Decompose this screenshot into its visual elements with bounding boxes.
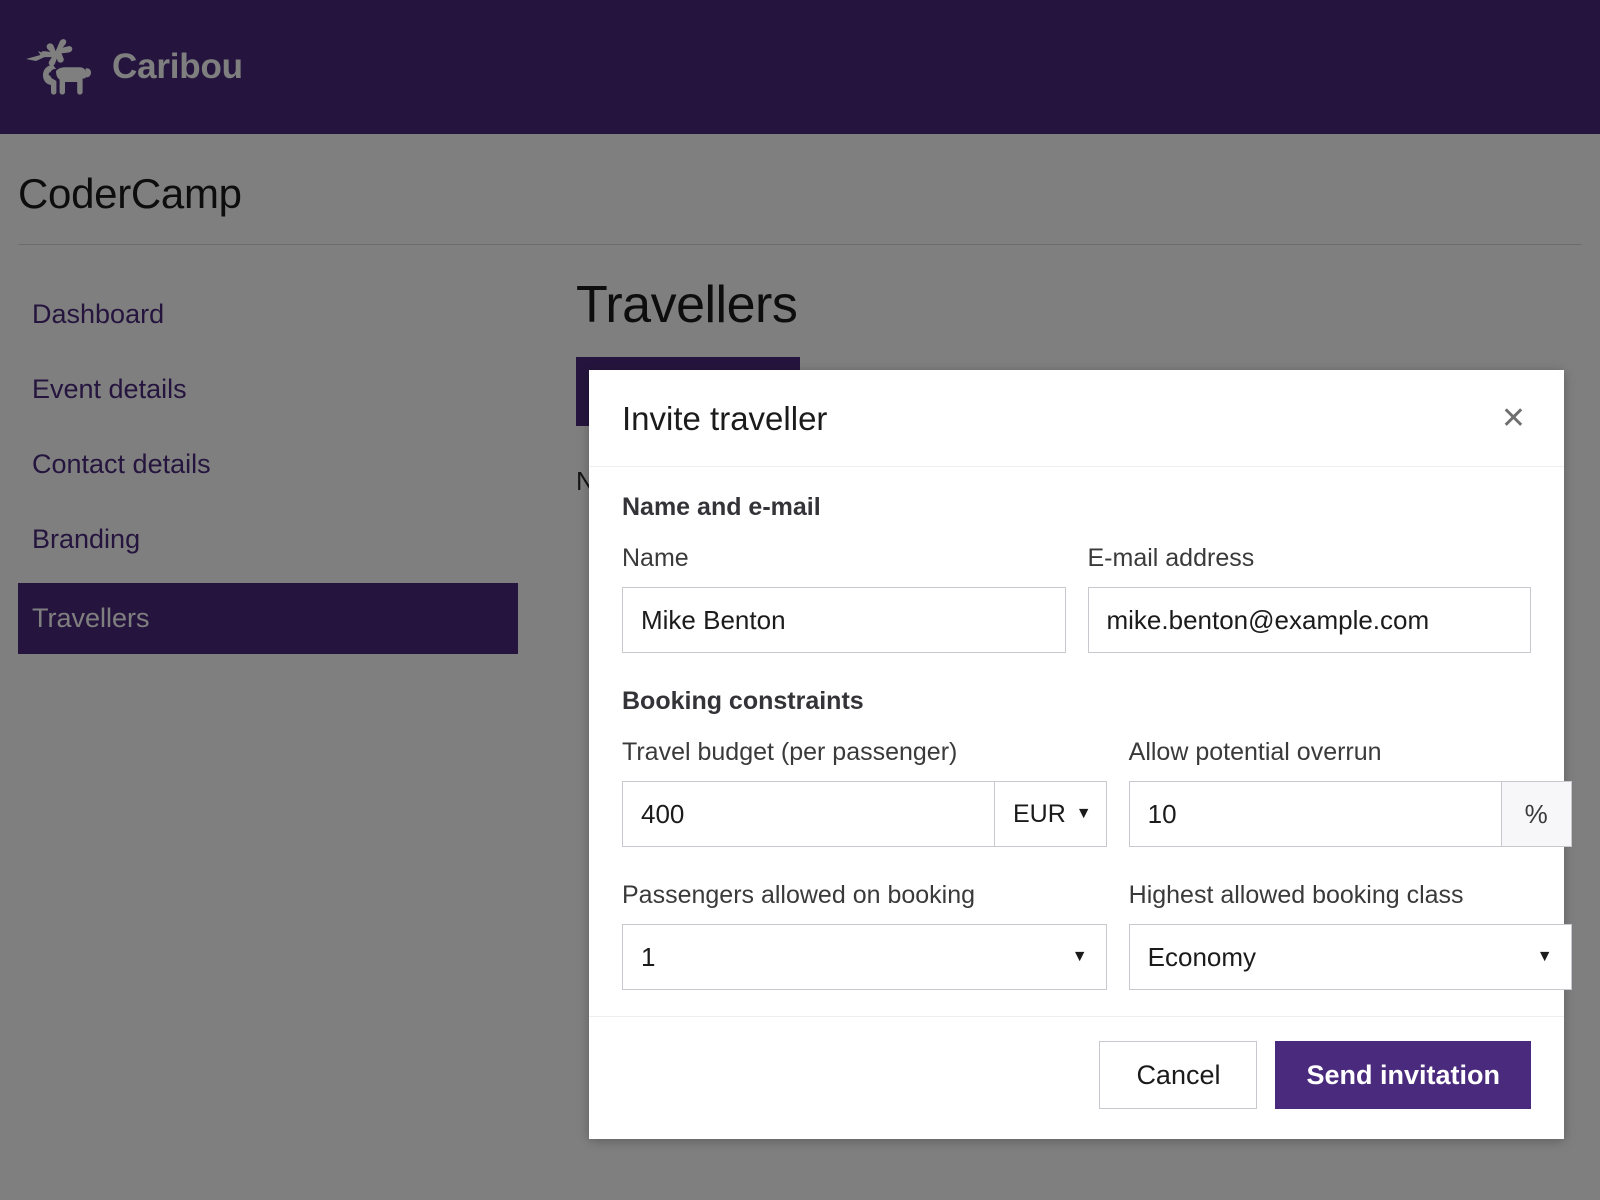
label-allow-overrun: Allow potential overrun [1129, 738, 1572, 767]
chevron-down-icon: ▼ [1537, 948, 1553, 966]
currency-value: EUR [1013, 800, 1066, 829]
percent-suffix: % [1501, 782, 1571, 846]
dialog-body: Name and e-mail Name E-mail address Book… [589, 467, 1564, 1016]
booking-class-select[interactable]: Economy ▼ [1129, 924, 1572, 990]
dialog-footer: Cancel Send invitation [589, 1016, 1564, 1139]
app-root: Caribou CoderCamp Dashboard Event detail… [0, 0, 1600, 1200]
section-heading-booking-constraints: Booking constraints [622, 687, 1531, 716]
travel-budget-combo: EUR ▼ [622, 781, 1107, 847]
label-booking-class: Highest allowed booking class [1129, 881, 1572, 910]
send-invitation-button[interactable]: Send invitation [1275, 1041, 1531, 1109]
field-allow-overrun: Allow potential overrun % [1129, 738, 1572, 847]
field-email: E-mail address [1088, 544, 1532, 653]
chevron-down-icon: ▼ [1076, 806, 1092, 822]
booking-constraints-grid: Travel budget (per passenger) EUR ▼ Allo… [622, 738, 1531, 990]
allow-overrun-combo: % [1129, 781, 1572, 847]
label-travel-budget: Travel budget (per passenger) [622, 738, 1107, 767]
travel-budget-input[interactable] [623, 782, 994, 846]
chevron-down-icon: ▼ [1072, 948, 1088, 966]
section-heading-name-email: Name and e-mail [622, 493, 1531, 522]
booking-class-value: Economy [1148, 942, 1256, 973]
passengers-allowed-select[interactable]: 1 ▼ [622, 924, 1107, 990]
passengers-allowed-value: 1 [641, 942, 655, 973]
close-icon[interactable]: ✕ [1495, 400, 1532, 438]
name-email-grid: Name E-mail address [622, 544, 1531, 653]
field-travel-budget: Travel budget (per passenger) EUR ▼ [622, 738, 1107, 847]
field-booking-class: Highest allowed booking class Economy ▼ [1129, 847, 1572, 990]
label-passengers-allowed: Passengers allowed on booking [622, 881, 1107, 910]
allow-overrun-input[interactable] [1130, 782, 1501, 846]
dialog-title: Invite traveller [622, 400, 827, 438]
label-name: Name [622, 544, 1066, 573]
cancel-button[interactable]: Cancel [1099, 1041, 1257, 1109]
currency-select[interactable]: EUR ▼ [994, 782, 1106, 846]
invite-traveller-dialog: Invite traveller ✕ Name and e-mail Name … [589, 370, 1564, 1139]
label-email: E-mail address [1088, 544, 1532, 573]
field-name: Name [622, 544, 1066, 653]
email-input[interactable] [1088, 587, 1532, 653]
field-passengers-allowed: Passengers allowed on booking 1 ▼ [622, 847, 1107, 990]
name-input[interactable] [622, 587, 1066, 653]
dialog-header: Invite traveller ✕ [589, 370, 1564, 467]
